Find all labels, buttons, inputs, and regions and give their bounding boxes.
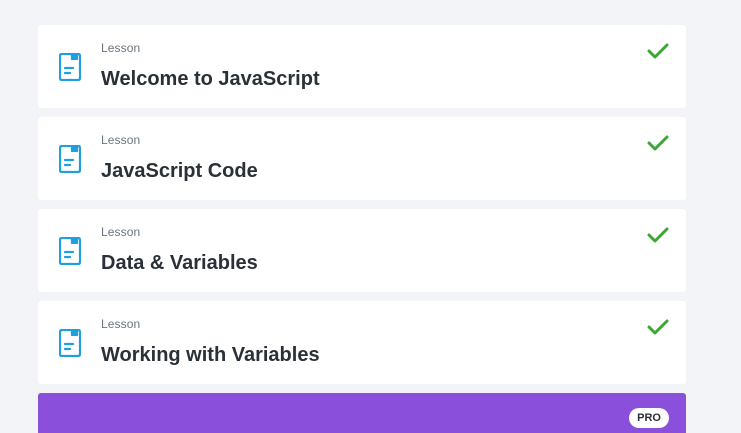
document-icon	[59, 329, 81, 357]
lesson-title: JavaScript Code	[101, 160, 258, 182]
lesson-kind-label: Lesson	[101, 225, 141, 239]
lesson-card[interactable]: Lesson Working with Variables	[38, 301, 686, 384]
checkmark-icon	[647, 135, 669, 151]
lesson-title: Welcome to JavaScript	[101, 68, 320, 90]
lesson-card[interactable]: Lesson Welcome to JavaScript	[38, 25, 686, 108]
lesson-kind-label: Lesson	[101, 41, 141, 55]
lesson-kind-label: Lesson	[101, 317, 141, 331]
lesson-title: Working with Variables	[101, 344, 320, 366]
document-icon	[59, 53, 81, 81]
checkmark-icon	[647, 227, 669, 243]
checkmark-icon	[647, 319, 669, 335]
lesson-title: Data & Variables	[101, 252, 258, 274]
checkmark-icon	[647, 43, 669, 59]
lesson-kind-label: Lesson	[101, 133, 141, 147]
pro-lesson-card[interactable]: PRO	[38, 393, 686, 433]
document-icon	[59, 145, 81, 173]
lesson-card[interactable]: Lesson JavaScript Code	[38, 117, 686, 200]
pro-badge: PRO	[629, 408, 669, 428]
lesson-list: Lesson Welcome to JavaScript Lesson Java…	[38, 25, 686, 433]
document-icon	[59, 237, 81, 265]
lesson-card[interactable]: Lesson Data & Variables	[38, 209, 686, 292]
